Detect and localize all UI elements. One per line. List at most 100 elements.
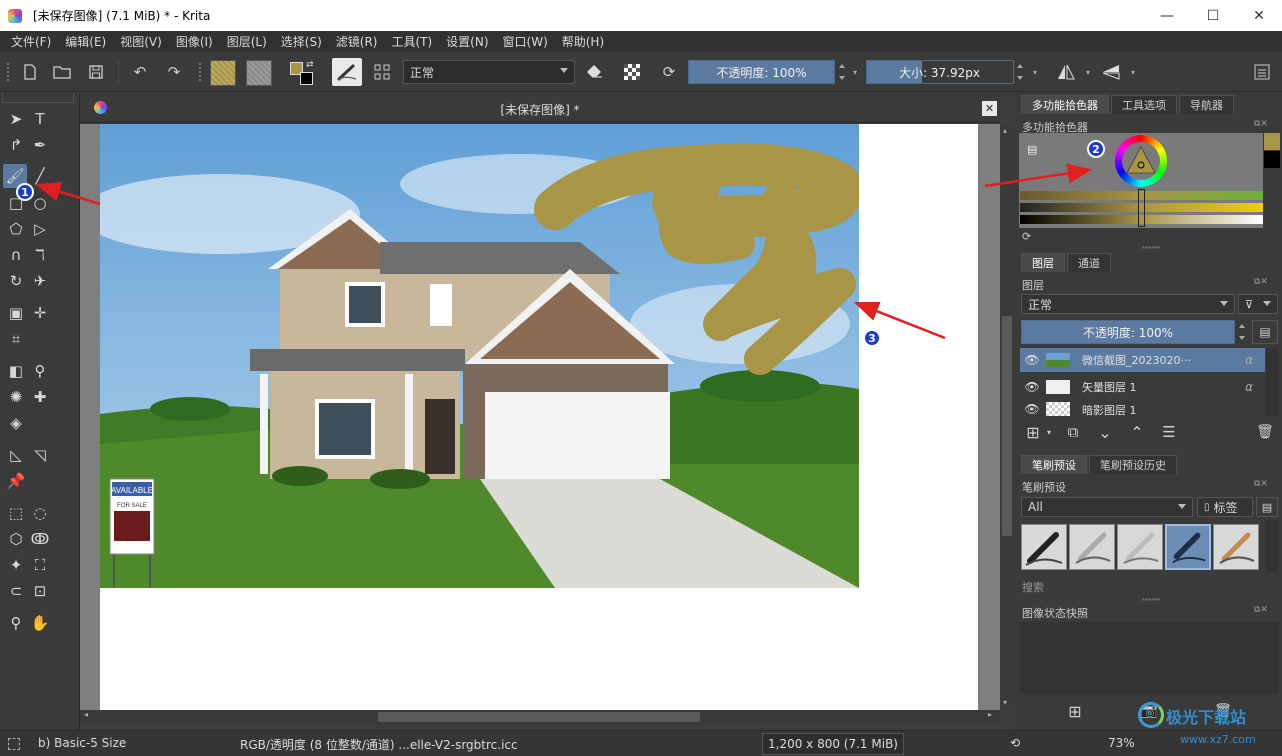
layer-row[interactable]: 👁 暗影图层 1 — [1020, 402, 1265, 416]
rotate-canvas-icon[interactable]: ⟲ — [1010, 736, 1020, 750]
scroll-left-icon[interactable]: ◂ — [84, 710, 88, 719]
menu-select[interactable]: 选择(S) — [274, 33, 329, 50]
menu-filter[interactable]: 滤镜(R) — [329, 33, 385, 50]
menu-window[interactable]: 窗口(W) — [496, 33, 555, 50]
canvas-vertical-scrollbar[interactable]: ▴ ▾ — [1000, 124, 1014, 710]
status-dimensions[interactable]: 1,200 x 800 (7.1 MiB) — [762, 733, 904, 755]
move-tool-icon[interactable]: ✛ — [28, 301, 52, 325]
brush-preset-thumb[interactable] — [1117, 524, 1163, 570]
size-lock-icon[interactable]: ▾ — [1030, 62, 1040, 82]
fg-bg-color-swatch[interactable]: ⇄ — [288, 60, 316, 88]
gradient-tool-icon[interactable]: ◧ — [4, 359, 28, 383]
opacity-slider[interactable]: 不透明度: 100% — [688, 60, 835, 84]
layer-name[interactable]: 矢量图层 1 — [1082, 379, 1137, 395]
assistant-tool-icon[interactable]: ✚ — [28, 385, 52, 409]
snapshot-list[interactable] — [1020, 622, 1278, 694]
polygon-tool-icon[interactable]: ⬠ — [4, 217, 28, 241]
magnetic-select-icon[interactable]: ⊡ — [28, 579, 52, 603]
brush-tag-button[interactable]: ▯ 标签 — [1197, 497, 1253, 517]
brush-preset-button[interactable] — [332, 58, 362, 86]
tab-advanced-color-selector[interactable]: 多功能拾色器 — [1021, 95, 1109, 114]
polyline-tool-icon[interactable]: ▷ — [28, 217, 52, 241]
fill-tool-icon[interactable]: ◈ — [4, 411, 28, 435]
canvas-horizontal-scrollbar[interactable]: ◂ ▸ — [80, 710, 1000, 724]
tab-navigator[interactable]: 导航器 — [1179, 95, 1234, 114]
visibility-eye-icon[interactable]: 👁 — [1022, 380, 1042, 394]
duplicate-layer-icon[interactable]: ⧉ — [1062, 421, 1084, 443]
layer-name[interactable]: 微信截图_2023020··· — [1082, 352, 1191, 368]
scroll-right-icon[interactable]: ▸ — [988, 710, 992, 719]
layer-properties-icon[interactable]: ▤ — [1252, 320, 1278, 344]
select-shapes-icon[interactable]: ➤ — [4, 107, 28, 131]
brush-preset-thumb[interactable] — [1069, 524, 1115, 570]
rect-select-icon[interactable]: ⬚ — [4, 501, 28, 525]
color-picker-icon[interactable]: ⚲ — [28, 359, 52, 383]
toolbar-grip-2[interactable] — [198, 62, 202, 82]
visibility-eye-icon[interactable]: 👁 — [1022, 402, 1042, 416]
brush-view-options-icon[interactable]: ▤ — [1256, 497, 1278, 517]
brush-float-close-icon[interactable]: ⧉✕ — [1254, 479, 1268, 489]
blend-mode-select[interactable]: 正常 — [403, 60, 575, 84]
bezier-tool-icon[interactable]: ∩ — [4, 243, 28, 267]
status-color-space[interactable]: RGB/透明度 (8 位整数/通道) ...elle-V2-srgbtrc.ic… — [240, 736, 518, 753]
alpha-lock-icon[interactable]: α — [1245, 353, 1253, 367]
tab-brush-presets[interactable]: 笔刷预设 — [1021, 455, 1087, 474]
canvas-image[interactable]: AVAILABLE FOR SALE — [100, 124, 859, 588]
undo-icon[interactable]: ↶ — [128, 60, 152, 84]
snapshot-float-close-icon[interactable]: ⧉✕ — [1254, 605, 1268, 615]
multibrush-icon[interactable]: ✈ — [28, 269, 52, 293]
current-color-swatch[interactable] — [1264, 133, 1280, 150]
transform-tool-icon[interactable]: ▣ — [4, 301, 28, 325]
layer-name[interactable]: 暗影图层 1 — [1082, 402, 1137, 416]
horizontal-scroll-thumb[interactable] — [378, 712, 700, 722]
menu-tools[interactable]: 工具(T) — [384, 33, 439, 50]
pan-tool-icon[interactable]: ✋ — [28, 611, 52, 635]
bezier-select-icon[interactable]: ⊂ — [4, 579, 28, 603]
docker-menu-icon[interactable] — [1250, 60, 1274, 84]
reload-preset-icon[interactable]: ⟳ — [657, 60, 681, 84]
size-slider[interactable]: 大小: 37.92px — [866, 60, 1014, 84]
color-history-icon[interactable]: ⟳ — [1022, 230, 1031, 243]
menu-view[interactable]: 视图(V) — [113, 33, 169, 50]
measure-tool-icon[interactable]: ◺ — [4, 443, 28, 467]
crop-tool-icon[interactable]: ⌗ — [4, 327, 28, 351]
mirror-v-dropdown[interactable]: ▾ — [1128, 62, 1138, 82]
reference-tool-icon[interactable]: 📌 — [4, 469, 28, 493]
layer-row[interactable]: 👁 矢量图层 1 α — [1020, 375, 1265, 399]
color-selector-settings-icon[interactable]: ▤ — [1027, 143, 1037, 156]
swap-colors-icon[interactable]: ⇄ — [306, 60, 314, 70]
vertical-scroll-thumb[interactable] — [1002, 316, 1012, 536]
polygon-select-icon[interactable]: ⬡ — [4, 527, 28, 551]
tab-layers[interactable]: 图层 — [1021, 253, 1065, 272]
edit-shapes-icon[interactable]: ↱ — [4, 133, 28, 157]
color-selector-panel[interactable]: ▤ — [1019, 133, 1263, 228]
menu-layer[interactable]: 图层(L) — [220, 33, 274, 50]
slider-handle[interactable] — [1138, 189, 1145, 227]
document-title[interactable]: [未保存图像] * — [80, 101, 1000, 118]
menu-help[interactable]: 帮助(H) — [555, 33, 611, 50]
move-layer-down-icon[interactable]: ⌄ — [1094, 421, 1116, 443]
ellipse-select-icon[interactable]: ◌ — [28, 501, 52, 525]
save-icon[interactable] — [84, 60, 108, 84]
brush-preset-thumb-selected[interactable] — [1165, 524, 1211, 570]
mirror-horizontal-icon[interactable] — [1054, 60, 1078, 84]
line-tool-icon[interactable]: ╱ — [28, 164, 52, 188]
new-document-icon[interactable] — [18, 60, 42, 84]
brush-search-field[interactable]: 搜索 — [1022, 579, 1044, 595]
background-color[interactable] — [300, 72, 313, 85]
maximize-button[interactable]: ☐ — [1190, 0, 1236, 31]
delete-layer-icon[interactable]: 🗑 — [1254, 421, 1276, 443]
mirror-vertical-icon[interactable] — [1099, 60, 1123, 84]
scroll-up-icon[interactable]: ▴ — [1003, 126, 1007, 135]
layers-scrollbar[interactable] — [1266, 348, 1278, 416]
menu-file[interactable]: 文件(F) — [4, 33, 58, 50]
alpha-lock-icon[interactable]: α — [1245, 380, 1253, 394]
previous-color-swatch[interactable] — [1264, 151, 1280, 168]
mirror-h-dropdown[interactable]: ▾ — [1083, 62, 1093, 82]
opacity-lock-icon[interactable]: ▾ — [850, 60, 860, 84]
text-tool-icon[interactable]: T — [28, 107, 52, 131]
toolbar-grip[interactable] — [6, 62, 10, 82]
brush-presets-scrollbar[interactable] — [1266, 520, 1278, 572]
panel-float-close-icon[interactable]: ⧉✕ — [1254, 119, 1268, 129]
brush-preset-thumb[interactable] — [1213, 524, 1259, 570]
